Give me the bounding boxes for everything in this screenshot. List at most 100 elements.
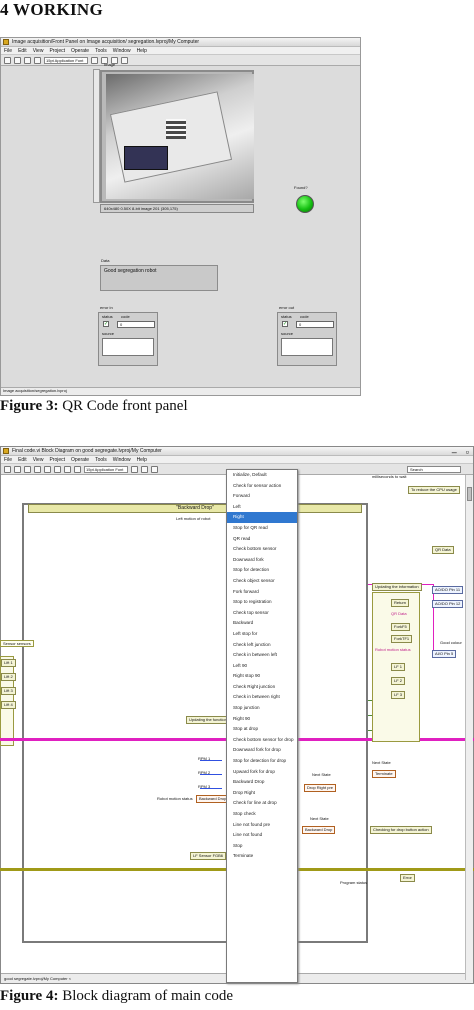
dropdown-item[interactable]: Fork forward <box>227 587 297 598</box>
dropdown-item[interactable]: Stop junction <box>227 703 297 714</box>
menu-help[interactable]: Help <box>137 457 147 463</box>
dropdown-item[interactable]: Check object sensor <box>227 576 297 587</box>
menu-view[interactable]: View <box>33 48 44 54</box>
dropdown-item[interactable]: Stop to registration <box>227 597 297 608</box>
error-in-code-field[interactable]: 0 <box>117 321 155 328</box>
search-input[interactable]: Search <box>407 465 461 473</box>
menu-window[interactable]: Window <box>113 48 131 54</box>
sensor-array[interactable]: Lift 1 Lift 2 Lift 3 Lift 4 <box>0 656 16 746</box>
dropdown-item[interactable]: Line not found pre <box>227 820 297 831</box>
pause-icon[interactable] <box>34 465 41 473</box>
vertical-scrollbar[interactable] <box>465 475 473 980</box>
menu-help[interactable]: Help <box>137 48 147 54</box>
menu-tools[interactable]: Tools <box>95 48 107 54</box>
dropdown-item[interactable]: Backward Drop <box>227 777 297 788</box>
error-in-status-check-icon[interactable]: ✓ <box>103 321 109 327</box>
step-over-icon[interactable] <box>74 465 81 473</box>
dropdown-item[interactable]: Check top sensor <box>227 608 297 619</box>
run-arrow-icon[interactable] <box>4 56 11 64</box>
aio-pin-node[interactable]: AI/O Pin 5 <box>432 650 457 658</box>
menu-edit[interactable]: Edit <box>18 457 27 463</box>
error-in-source-field[interactable] <box>102 338 154 356</box>
run-continuous-icon[interactable] <box>14 465 21 473</box>
dropdown-item[interactable]: Forward <box>227 491 297 502</box>
dropdown-item[interactable]: Stop for QR read <box>227 523 297 534</box>
menu-file[interactable]: File <box>4 457 12 463</box>
menu-window[interactable]: Window <box>113 457 131 463</box>
backward-drop-enum[interactable]: Backward Drop <box>196 795 230 803</box>
dropdown-item[interactable]: Right stop 90 <box>227 671 297 682</box>
dropdown-item[interactable]: Check bottom sensor <box>227 544 297 555</box>
terminate-enum[interactable]: Terminate <box>372 770 396 778</box>
dropdown-item[interactable]: Check bottom sensor for drop <box>227 735 297 746</box>
dropdown-item[interactable]: Stop <box>227 841 297 852</box>
dropdown-item[interactable]: Stop for detection for drop <box>227 756 297 767</box>
dropdown-item[interactable]: Line not found <box>227 830 297 841</box>
font-selector[interactable]: 15pt Application Font <box>84 465 128 473</box>
dropdown-item[interactable]: Right 90 <box>227 714 297 725</box>
menu-tools[interactable]: Tools <box>95 457 107 463</box>
minimize-icon[interactable]: – <box>452 447 457 457</box>
menu-edit[interactable]: Edit <box>18 48 27 54</box>
menu-view[interactable]: View <box>33 457 44 463</box>
dropdown-item[interactable]: QR read <box>227 534 297 545</box>
dropdown-item[interactable]: Terminate <box>227 851 297 862</box>
error-in-code-label: code <box>121 314 130 319</box>
info-cluster[interactable]: Return QR Data ForkF5 ForkTF1 Robot moti… <box>372 592 420 742</box>
dropdown-item[interactable]: Check in between left <box>227 650 297 661</box>
retain-wire-icon[interactable] <box>54 465 61 473</box>
abort-icon[interactable] <box>24 465 31 473</box>
highlight-execution-icon[interactable] <box>44 465 51 473</box>
menu-file[interactable]: File <box>4 48 12 54</box>
font-selector[interactable]: 15pt Application Font <box>44 56 88 64</box>
dropdown-item[interactable]: Initialize, Default <box>227 470 297 481</box>
dropdown-item[interactable]: Backward <box>227 618 297 629</box>
dropdown-item[interactable]: Stop for detection <box>227 565 297 576</box>
run-continuous-icon[interactable] <box>14 56 21 64</box>
dropdown-item[interactable]: Check Right junction <box>227 682 297 693</box>
case-selector-dropdown[interactable]: Initialize, Default Check for sensor acti… <box>226 469 298 983</box>
reorder-icon[interactable] <box>151 465 158 473</box>
dropdown-item[interactable]: Check in between right <box>227 692 297 703</box>
reorder-icon[interactable] <box>121 56 128 64</box>
aio-pin-node[interactable]: AO/DO Pin 11 <box>432 586 464 594</box>
case-selector[interactable]: "Backward Drop" <box>28 504 362 513</box>
image-tool-palette[interactable] <box>93 69 100 203</box>
dropdown-item[interactable]: Upward fork for drop <box>227 767 297 778</box>
dropdown-item[interactable]: Right <box>227 512 297 523</box>
dropdown-item[interactable]: Downward fork <box>227 555 297 566</box>
distribute-icon[interactable] <box>141 465 148 473</box>
abort-icon[interactable] <box>24 56 31 64</box>
lf-sensor-node[interactable]: LF Sensor FGB6 <box>190 852 227 860</box>
aio-pin-node[interactable]: AO/DO Pin 12 <box>432 600 464 608</box>
align-icon[interactable] <box>91 56 98 64</box>
dropdown-item[interactable]: Stop at drop <box>227 724 297 735</box>
menu-project[interactable]: Project <box>49 457 65 463</box>
drop-right-enum[interactable]: Drop Right pre <box>304 784 337 792</box>
dropdown-item[interactable]: Downward fork for drop <box>227 745 297 756</box>
dropdown-item[interactable]: Check for sensor action <box>227 481 297 492</box>
front-panel-statusbar: Image acquisition/segregation.lvproj <box>1 387 360 395</box>
menu-operate[interactable]: Operate <box>71 48 89 54</box>
dropdown-item[interactable]: Check for line at drop <box>227 798 297 809</box>
dropdown-item[interactable]: Left <box>227 502 297 513</box>
restore-icon[interactable]: ▫ <box>466 447 469 457</box>
dropdown-item[interactable]: Drop Right <box>227 788 297 799</box>
dropdown-item[interactable]: Stop check <box>227 809 297 820</box>
robot-motion-status-label: Robot motion status <box>157 796 193 801</box>
dropdown-item[interactable]: Left stop for <box>227 629 297 640</box>
scrollbar-thumb[interactable] <box>467 487 472 501</box>
qr-data-node-2: QR Data <box>432 546 454 554</box>
align-icon[interactable] <box>131 465 138 473</box>
pause-icon[interactable] <box>34 56 41 64</box>
menu-operate[interactable]: Operate <box>71 457 89 463</box>
menu-project[interactable]: Project <box>49 48 65 54</box>
camera-image <box>106 74 254 199</box>
error-node[interactable]: Error <box>400 874 415 882</box>
dropdown-item[interactable]: Left 90 <box>227 661 297 672</box>
run-arrow-icon[interactable] <box>4 465 11 473</box>
dropdown-item[interactable]: Check left junction <box>227 640 297 651</box>
step-into-icon[interactable] <box>64 465 71 473</box>
block-diagram-title: Final code.vi Block Diagram on good segr… <box>12 448 162 454</box>
backward-drop-enum-2[interactable]: Backward Drop <box>302 826 336 834</box>
